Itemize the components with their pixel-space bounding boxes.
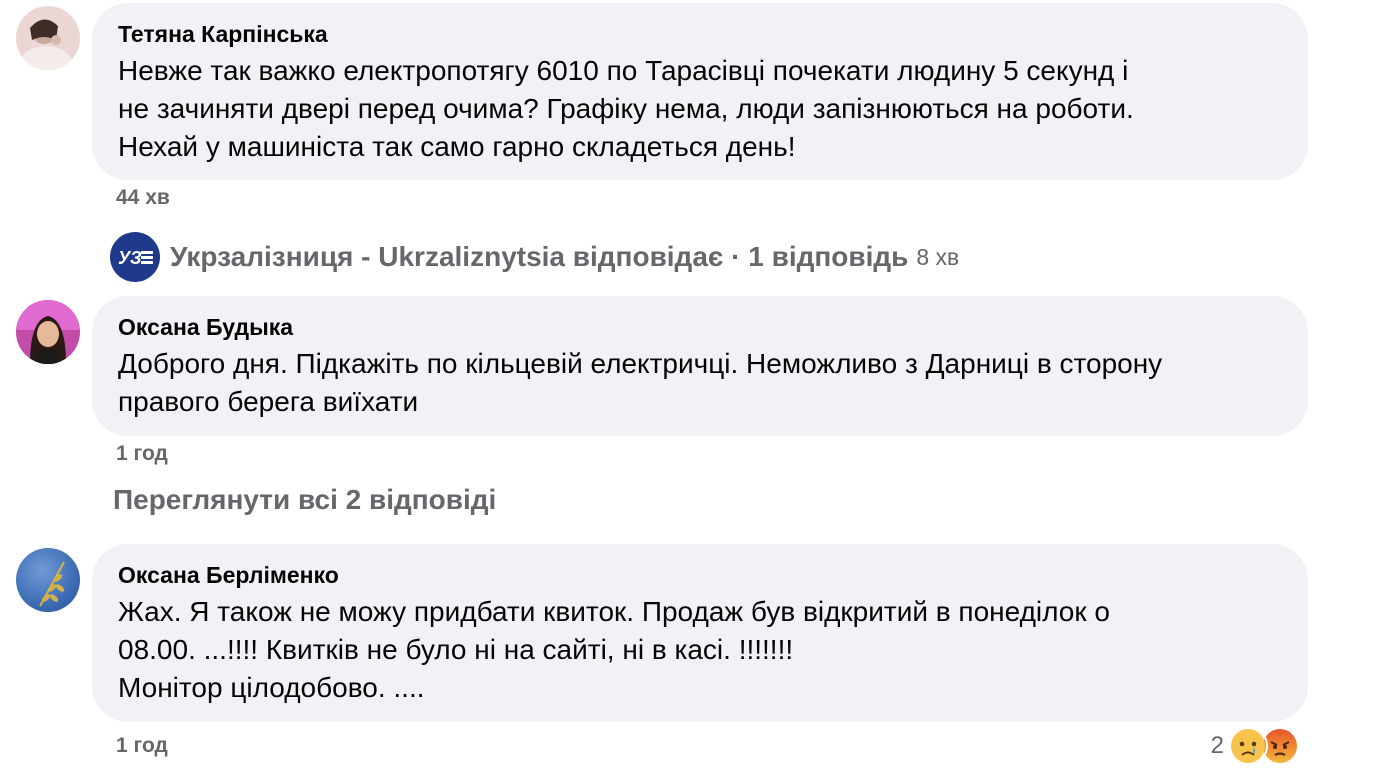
ukrzaliznytsia-logo: УЗ — [110, 232, 160, 282]
comment-bubble: Оксана Берліменко Жах. Я також не можу п… — [92, 544, 1308, 722]
logo-text: УЗ — [118, 248, 142, 268]
comment-author[interactable]: Оксана Будыка — [118, 313, 1282, 341]
comment-text: Жах. Я також не можу придбати квиток. Пр… — [118, 596, 1110, 703]
comment-bubble: Тетяна Карпінська Невже так важко електр… — [92, 3, 1308, 180]
comment-bubble: Оксана Будыка Доброго дня. Підкажіть по … — [92, 296, 1308, 436]
comment-timestamp[interactable]: 44 хв — [116, 186, 170, 210]
avatar[interactable] — [16, 548, 80, 612]
reaction-count: 2 — [1210, 732, 1224, 759]
comment-author[interactable]: Тетяна Карпінська — [118, 20, 1282, 48]
view-all-replies-link[interactable]: Переглянути всі 2 відповіді — [113, 484, 496, 516]
reply-summary-label[interactable]: Укрзалізниця - Ukrzaliznytsia відповідає… — [170, 241, 908, 273]
reply-summary[interactable]: УЗ Укрзалізниця - Ukrzaliznytsia відпові… — [110, 232, 960, 282]
comment-timestamp[interactable]: 1 год — [116, 734, 168, 758]
reactions-summary[interactable]: 2 — [1211, 726, 1300, 766]
comment-text: Доброго дня. Підкажіть по кільцевій елек… — [118, 348, 1163, 417]
comment-timestamp[interactable]: 1 год — [116, 442, 168, 466]
avatar[interactable] — [16, 300, 80, 364]
sad-reaction-icon — [1228, 726, 1268, 766]
comment-author[interactable]: Оксана Берліменко — [118, 561, 1282, 589]
avatar[interactable] — [16, 6, 80, 70]
reply-age: 8 хв — [916, 243, 960, 270]
comment-text: Невже так важко електропотягу 6010 по Та… — [118, 55, 1134, 162]
